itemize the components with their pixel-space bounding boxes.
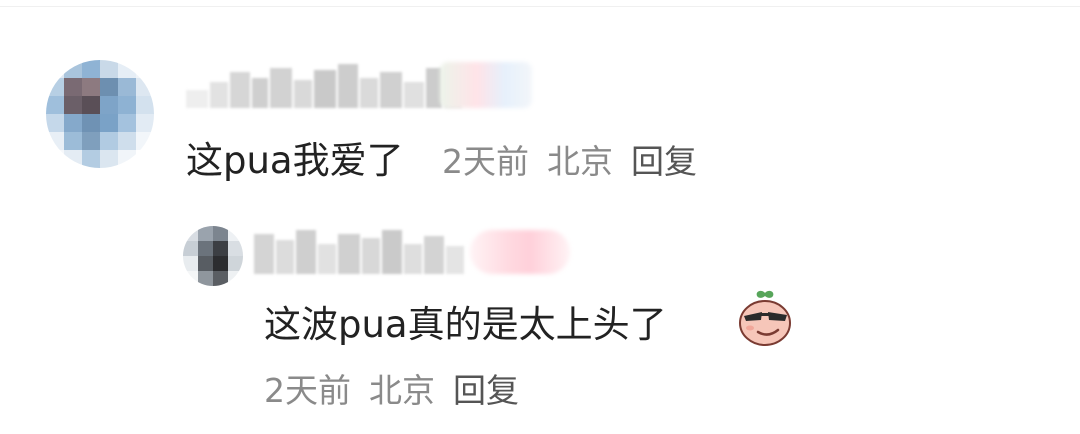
avatar-pixel	[118, 114, 136, 132]
blurred-block	[362, 238, 380, 274]
avatar-pixel	[228, 241, 243, 256]
blurred-block	[404, 82, 424, 108]
avatar-pixel	[100, 60, 118, 78]
avatar-pixel	[82, 96, 100, 114]
reply-time: 2天前	[264, 371, 351, 410]
avatar-pixel	[136, 78, 154, 96]
avatar-pixel	[100, 114, 118, 132]
reply-username-blurred[interactable]	[254, 228, 464, 274]
avatar-pixel	[213, 271, 228, 286]
blurred-block	[404, 244, 422, 274]
avatar-pixel	[82, 60, 100, 78]
top-divider	[0, 6, 1080, 7]
blurred-block	[270, 68, 292, 108]
reply-avatar[interactable]	[183, 226, 243, 286]
avatar-pixel	[183, 241, 198, 256]
avatar-pixel	[46, 96, 64, 114]
blurred-block	[230, 72, 250, 108]
reply-meta: 2天前 北京 回复	[264, 374, 519, 407]
avatar-pixel	[82, 114, 100, 132]
avatar-pixel	[100, 78, 118, 96]
avatar-pixel	[82, 78, 100, 96]
avatar-pixel	[228, 271, 243, 286]
blurred-block	[338, 64, 358, 108]
blurred-block	[294, 80, 312, 108]
avatar-pixel	[100, 96, 118, 114]
avatar-pixel	[82, 132, 100, 150]
avatar-pixel	[213, 256, 228, 271]
avatar[interactable]	[46, 60, 154, 168]
blurred-block	[382, 230, 402, 274]
avatar-pixel	[183, 256, 198, 271]
avatar-pixel	[136, 96, 154, 114]
comment-time: 2天前	[442, 142, 529, 181]
blurred-block	[186, 90, 208, 108]
avatar-pixel	[118, 78, 136, 96]
avatar-pixel	[136, 132, 154, 150]
avatar-pixel	[46, 78, 64, 96]
blurred-block	[360, 78, 378, 108]
avatar-pixel	[136, 60, 154, 78]
avatar-pixel	[64, 132, 82, 150]
avatar-pixel	[82, 150, 100, 168]
avatar-pixel	[46, 132, 64, 150]
blurred-block	[296, 230, 316, 274]
avatar-pixel	[213, 226, 228, 241]
avatar-pixel	[118, 150, 136, 168]
username-blurred[interactable]	[186, 62, 462, 108]
blurred-block	[338, 234, 360, 274]
avatar-pixel	[198, 241, 213, 256]
blurred-block	[318, 244, 336, 274]
reply-button[interactable]: 回复	[631, 142, 697, 181]
avatar-pixel	[118, 96, 136, 114]
blurred-block	[252, 78, 268, 108]
blurred-block	[314, 70, 336, 108]
blurred-block	[254, 234, 274, 274]
avatar-pixel	[100, 150, 118, 168]
blurred-block	[210, 82, 228, 108]
reply-location: 北京	[369, 371, 435, 410]
avatar-pixel	[64, 78, 82, 96]
avatar-pixel	[198, 271, 213, 286]
avatar-pixel	[46, 114, 64, 132]
avatar-pixel	[183, 271, 198, 286]
avatar-pixel	[118, 60, 136, 78]
reply-reply-button[interactable]: 回复	[453, 371, 519, 410]
avatar-pixel	[198, 226, 213, 241]
avatar-pixel	[228, 256, 243, 271]
avatar-pixel	[46, 150, 64, 168]
avatar-pixel	[136, 150, 154, 168]
avatar-pixel	[198, 256, 213, 271]
user-badge	[440, 62, 532, 108]
avatar-pixel	[64, 60, 82, 78]
comment-text: 这pua我爱了	[186, 139, 404, 182]
avatar-pixel	[228, 226, 243, 241]
reply-user-badge	[470, 230, 570, 274]
blurred-block	[424, 236, 444, 274]
avatar-pixel	[46, 60, 64, 78]
smirk-sunglasses-emoji	[739, 290, 791, 346]
avatar-pixel	[100, 132, 118, 150]
comment-location: 北京	[547, 142, 613, 181]
avatar-pixel	[64, 150, 82, 168]
reply-text: 这波pua真的是太上头了	[264, 303, 667, 346]
avatar-pixel	[118, 132, 136, 150]
comment-meta: 2天前 北京 回复	[442, 145, 697, 178]
avatar-pixel	[136, 114, 154, 132]
avatar-pixel	[64, 96, 82, 114]
blurred-block	[276, 240, 294, 274]
avatar-pixel	[64, 114, 82, 132]
avatar-pixel	[183, 226, 198, 241]
blurred-block	[446, 246, 464, 274]
avatar-pixel	[213, 241, 228, 256]
blurred-block	[380, 72, 402, 108]
